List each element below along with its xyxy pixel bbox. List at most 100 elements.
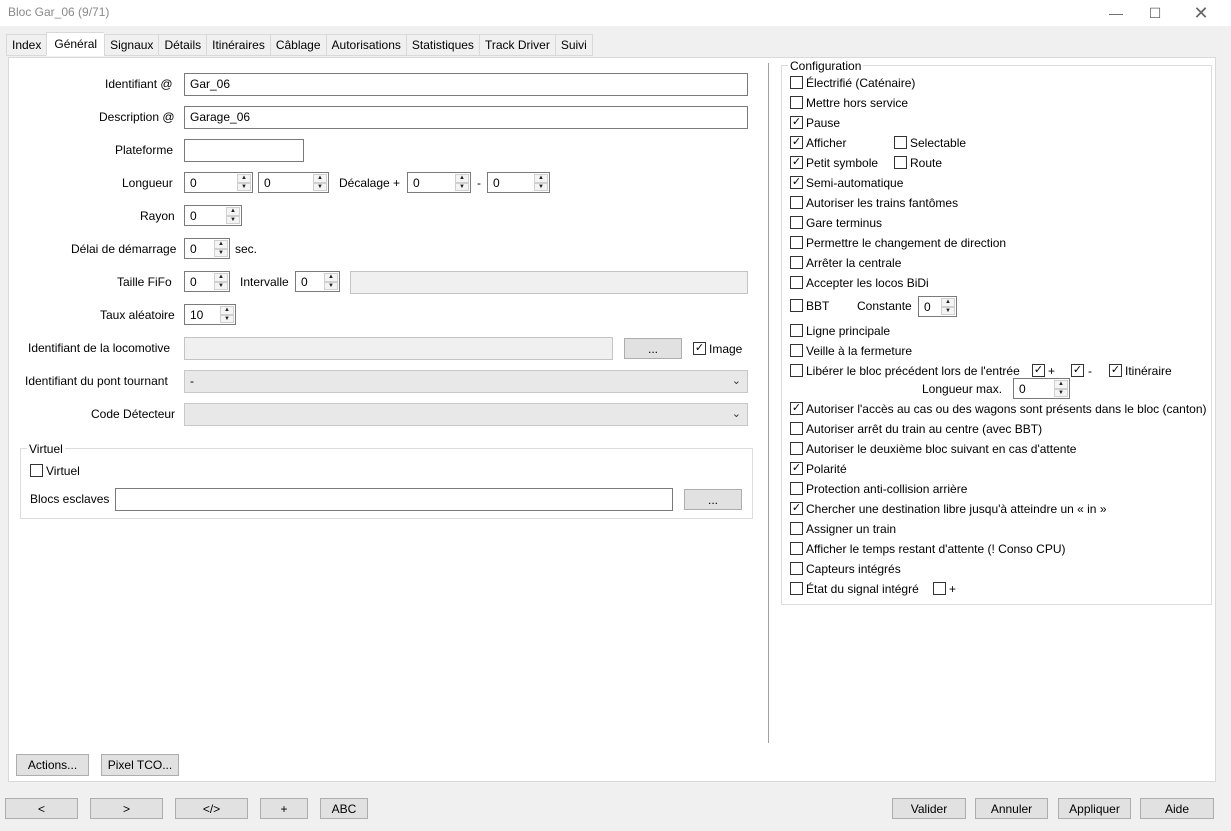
tab-statistiques[interactable]: Statistiques [405,34,479,56]
spin-up-icon[interactable]: ▲ [313,174,327,183]
spin-value: 0 [924,300,931,314]
virtuel-checkbox[interactable] [30,464,43,477]
tab-suivi[interactable]: Suivi [554,34,593,56]
spin-up-icon[interactable]: ▲ [237,174,251,183]
liberer-minus-checkbox[interactable]: ✓ [1071,364,1084,377]
decalage-minus-spin[interactable]: 0 ▲ ▼ [487,172,550,193]
config-checkbox-label: Autoriser l'accès au cas ou des wagons s… [806,402,1207,416]
previous-button[interactable]: < [5,798,78,819]
spin-down-icon[interactable]: ▼ [214,281,228,290]
config-checkbox[interactable] [790,299,803,312]
add-button[interactable]: + [260,798,308,819]
config-checkbox[interactable] [790,236,803,249]
spin-down-icon[interactable]: ▼ [941,306,955,315]
decalage-plus-spin[interactable]: 0 ▲ ▼ [407,172,471,193]
itineraire-checkbox[interactable]: ✓ [1109,364,1122,377]
constante-spin[interactable]: 0 ▲ ▼ [918,296,957,317]
abc-button[interactable]: ABC [320,798,368,819]
next-button[interactable]: > [90,798,163,819]
config-checkbox[interactable]: ✓ [790,136,803,149]
fifo-spin[interactable]: 0 ▲ ▼ [184,271,230,292]
tab-track-driver[interactable]: Track Driver [478,34,555,56]
spin-down-icon[interactable]: ▼ [534,182,548,191]
rayon-spin[interactable]: 0 ▲ ▼ [184,205,242,226]
config-checkbox[interactable] [790,542,803,555]
spin-up-icon[interactable]: ▲ [220,306,234,315]
spin-down-icon[interactable]: ▼ [455,182,469,191]
config-checkbox[interactable] [790,364,803,377]
tab-signaux[interactable]: Signaux [104,34,159,56]
maximize-icon[interactable]: ☐ [1132,0,1178,26]
spin-down-icon[interactable]: ▼ [214,248,228,257]
spin-up-icon[interactable]: ▲ [1054,380,1068,389]
config-checkbox[interactable] [790,422,803,435]
config-checkbox[interactable]: ✓ [790,462,803,475]
config-checkbox[interactable] [790,344,803,357]
spin-down-icon[interactable]: ▼ [226,215,240,224]
code-button[interactable]: </> [175,798,248,819]
taux-spin[interactable]: 10 ▲ ▼ [184,304,236,325]
tab-cablage[interactable]: Câblage [269,34,326,56]
image-checkbox[interactable]: ✓ [693,342,706,355]
spin-up-icon[interactable]: ▲ [455,174,469,183]
plateforme-field[interactable] [184,139,304,162]
spin-up-icon[interactable]: ▲ [214,240,228,249]
tab-itineraires[interactable]: Itinéraires [206,34,270,56]
config-checkbox[interactable] [790,482,803,495]
valider-button[interactable]: Valider [892,798,966,819]
config-checkbox[interactable] [790,562,803,575]
longueur-spin-1[interactable]: 0 ▲ ▼ [184,172,253,193]
annuler-button[interactable]: Annuler [975,798,1048,819]
actions-button[interactable]: Actions... [16,754,89,776]
config-checkbox[interactable] [790,582,803,595]
longueur-spin-2[interactable]: 0 ▲ ▼ [258,172,329,193]
config-checkbox[interactable] [790,324,803,337]
selectable-checkbox[interactable] [894,136,907,149]
blocs-esclaves-field[interactable] [115,488,673,511]
spin-down-icon[interactable]: ▼ [1054,388,1068,397]
config-checkbox[interactable] [790,522,803,535]
spin-up-icon[interactable]: ▲ [226,207,240,216]
blocs-browse-button[interactable]: ... [684,489,742,510]
spin-down-icon[interactable]: ▼ [237,182,251,191]
tab-details[interactable]: Détails [158,34,207,56]
spin-down-icon[interactable]: ▼ [313,182,327,191]
liberer-plus-checkbox[interactable]: ✓ [1032,364,1045,377]
spin-up-icon[interactable]: ▲ [941,298,955,307]
delai-spin[interactable]: 0 ▲ ▼ [184,238,230,259]
appliquer-button[interactable]: Appliquer [1058,798,1131,819]
pont-select[interactable]: - ⌄ [184,370,748,393]
aide-button[interactable]: Aide [1140,798,1214,819]
config-checkbox[interactable] [790,442,803,455]
spin-up-icon[interactable]: ▲ [324,273,338,282]
config-checkbox[interactable]: ✓ [790,176,803,189]
spin-down-icon[interactable]: ▼ [324,281,338,290]
tab-index[interactable]: Index [6,34,47,56]
config-checkbox[interactable]: ✓ [790,502,803,515]
config-checkbox[interactable] [790,76,803,89]
spin-up-icon[interactable]: ▲ [214,273,228,282]
tab-autorisations[interactable]: Autorisations [325,34,406,56]
config-checkbox[interactable]: ✓ [790,116,803,129]
config-checkbox[interactable]: ✓ [790,402,803,415]
spin-up-icon[interactable]: ▲ [534,174,548,183]
config-checkbox[interactable]: ✓ [790,156,803,169]
config-checkbox[interactable] [790,276,803,289]
longueur-max-spin[interactable]: 0 ▲ ▼ [1013,378,1070,399]
decalage-label: Décalage + [339,176,401,190]
loco-browse-button[interactable]: ... [624,338,682,359]
config-checkbox[interactable] [790,256,803,269]
tab-general[interactable]: Général [46,32,105,56]
config-checkbox[interactable] [790,216,803,229]
identifiant-field[interactable]: Gar_06 [184,73,748,96]
close-icon[interactable]: ✕ [1178,0,1224,26]
signal-plus-checkbox[interactable] [933,582,946,595]
spin-down-icon[interactable]: ▼ [220,314,234,323]
detecteur-select[interactable]: ⌄ [184,403,748,426]
route-checkbox[interactable] [894,156,907,169]
pixel-tco-button[interactable]: Pixel TCO... [101,754,179,776]
description-field[interactable]: Garage_06 [184,106,748,129]
config-checkbox[interactable] [790,196,803,209]
config-checkbox[interactable] [790,96,803,109]
intervalle-spin[interactable]: 0 ▲ ▼ [295,271,340,292]
